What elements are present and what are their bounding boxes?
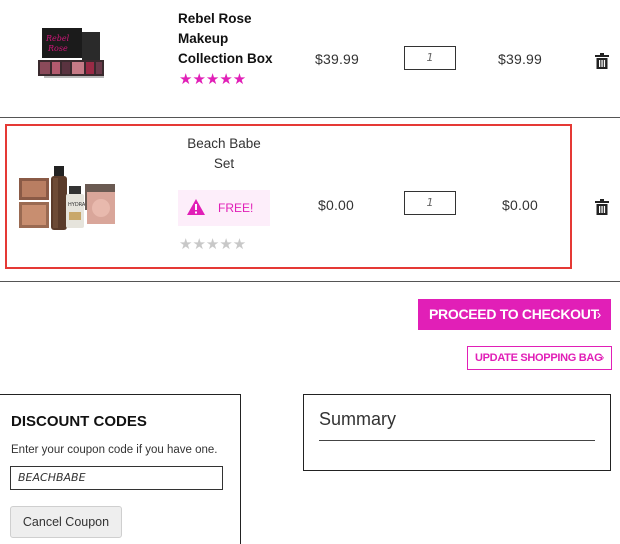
- discount-title: DISCOUNT CODES: [11, 413, 147, 430]
- makeup-box-thumbnail[interactable]: Rebel Rose: [36, 24, 106, 82]
- product-name[interactable]: Rebel Rose Makeup Collection Box: [178, 9, 278, 69]
- trash-icon[interactable]: [595, 199, 609, 215]
- line-total: $39.99: [498, 51, 543, 67]
- discount-codes-panel: DISCOUNT CODES Enter your coupon code if…: [0, 394, 241, 544]
- update-shopping-bag-button[interactable]: UPDATE SHOPPING BAG ›: [467, 346, 612, 370]
- cart-row-rebel-rose: Rebel Rose Rebel Rose Makeup Collection …: [0, 0, 620, 117]
- cancel-coupon-button[interactable]: Cancel Coupon: [10, 506, 122, 538]
- unit-price: $0.00: [318, 197, 355, 213]
- summary-title: Summary: [319, 409, 397, 429]
- chevron-right-icon: ›: [596, 306, 602, 322]
- warning-triangle-icon: [187, 199, 205, 215]
- svg-text:Rebel: Rebel: [45, 34, 70, 43]
- product-name[interactable]: Beach Babe Set: [178, 134, 270, 174]
- cart-row-beach-babe: HYDRA Beach Babe Set FREE! ★★★★★ $0.00 1…: [0, 118, 620, 280]
- checkout-label: PROCEED TO CHECKOUT: [429, 306, 599, 322]
- line-total: $0.00: [502, 197, 539, 213]
- discount-help-text: Enter your coupon code if you have one.: [11, 444, 218, 456]
- svg-text:HYDRA: HYDRA: [68, 202, 86, 208]
- update-label: UPDATE SHOPPING BAG: [475, 352, 603, 364]
- svg-text:Rose: Rose: [47, 44, 68, 53]
- summary-divider: [319, 440, 595, 441]
- rating-stars: ★★★★★: [179, 71, 247, 88]
- proceed-to-checkout-button[interactable]: PROCEED TO CHECKOUT ›: [418, 299, 611, 330]
- trash-icon[interactable]: [595, 53, 609, 69]
- beach-babe-set-thumbnail[interactable]: HYDRA: [17, 162, 121, 234]
- chevron-right-icon: ›: [600, 352, 605, 364]
- summary-panel: Summary: [303, 394, 611, 471]
- rating-stars: ★★★★★: [179, 236, 247, 253]
- quantity-input[interactable]: 1: [404, 46, 456, 70]
- row-divider: [0, 281, 620, 282]
- free-badge-label: FREE!: [218, 201, 254, 215]
- quantity-input[interactable]: 1: [404, 191, 456, 215]
- coupon-code-input[interactable]: BEACHBABE: [10, 466, 223, 490]
- unit-price: $39.99: [315, 51, 360, 67]
